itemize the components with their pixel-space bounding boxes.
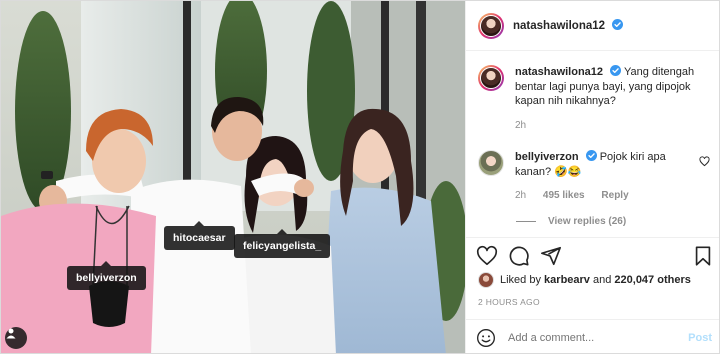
comment-meta: 2h 495 likes Reply: [515, 189, 693, 204]
post-time-ago[interactable]: 2 HOURS AGO: [478, 297, 540, 307]
action-bar: [466, 237, 719, 273]
author-username[interactable]: natashawilona12: [513, 19, 624, 32]
photo-tag-bellyiverzon[interactable]: bellyiverzon: [67, 261, 146, 290]
comments-section: natashawilona12 Yang ditengah bentar lag…: [466, 51, 719, 236]
caption-author[interactable]: natashawilona12: [515, 66, 603, 78]
post-photo[interactable]: bellyiverzon hitocaesar felicyangelista_: [1, 1, 465, 353]
user-tags-button[interactable]: [5, 327, 27, 349]
replies-divider: [516, 220, 536, 222]
liked-user[interactable]: karbearv: [544, 274, 590, 286]
liked-prefix: Liked by: [500, 274, 541, 286]
share-icon[interactable]: [540, 245, 562, 267]
comment-icon[interactable]: [508, 245, 530, 267]
view-replies-label[interactable]: View replies (26): [548, 216, 626, 227]
caption-meta: 2h: [515, 119, 710, 134]
comment-author-avatar[interactable]: [478, 150, 504, 176]
comment-author[interactable]: bellyiverzon: [515, 151, 579, 163]
photo-tag-felicyangelista[interactable]: felicyangelista_: [234, 229, 331, 258]
user-tags-icon: [6, 328, 16, 339]
liker-avatar[interactable]: [478, 272, 494, 288]
verified-badge-icon: [585, 150, 597, 161]
heart-icon[interactable]: [476, 245, 498, 267]
caption-body: natashawilona12 Yang ditengah bentar lag…: [515, 65, 710, 133]
photo-illustration: [1, 1, 465, 353]
view-replies-button[interactable]: View replies (26): [516, 216, 710, 227]
reply-button[interactable]: Reply: [601, 190, 628, 201]
post-button[interactable]: Post: [688, 332, 712, 344]
author-username-text[interactable]: natashawilona12: [513, 20, 605, 32]
author-avatar[interactable]: [478, 12, 504, 39]
caption-author-avatar[interactable]: [478, 65, 504, 91]
photo-tag-hitocaesar[interactable]: hitocaesar: [164, 221, 235, 250]
add-comment-bar: Post: [466, 319, 719, 353]
comment-time[interactable]: 2h: [515, 190, 526, 201]
caption-time[interactable]: 2h: [515, 120, 526, 131]
comment-body: bellyiverzon Pojok kiri apa kanan? 🤣😂 2h…: [515, 150, 693, 204]
liked-by: Liked by karbearv and 220,047 others: [478, 272, 691, 288]
bookmark-icon[interactable]: [692, 245, 714, 267]
comment-input[interactable]: [508, 331, 689, 344]
comment-heart-icon[interactable]: [699, 156, 710, 167]
verified-badge-icon: [612, 19, 624, 30]
emoji-icon[interactable]: [476, 328, 496, 348]
comment-row: bellyiverzon Pojok kiri apa kanan? 🤣😂 2h…: [478, 150, 710, 204]
post-header: natashawilona12: [466, 1, 719, 51]
post-sidebar: natashawilona12 natashawilona12 Yang dit…: [465, 1, 719, 353]
verified-badge-icon: [610, 65, 622, 76]
liked-middle: and: [592, 274, 612, 286]
liked-count[interactable]: 220,047 others: [614, 274, 690, 286]
instagram-post: bellyiverzon hitocaesar felicyangelista_…: [0, 0, 720, 354]
comment-likes[interactable]: 495 likes: [543, 190, 585, 201]
caption-row: natashawilona12 Yang ditengah bentar lag…: [478, 65, 710, 133]
